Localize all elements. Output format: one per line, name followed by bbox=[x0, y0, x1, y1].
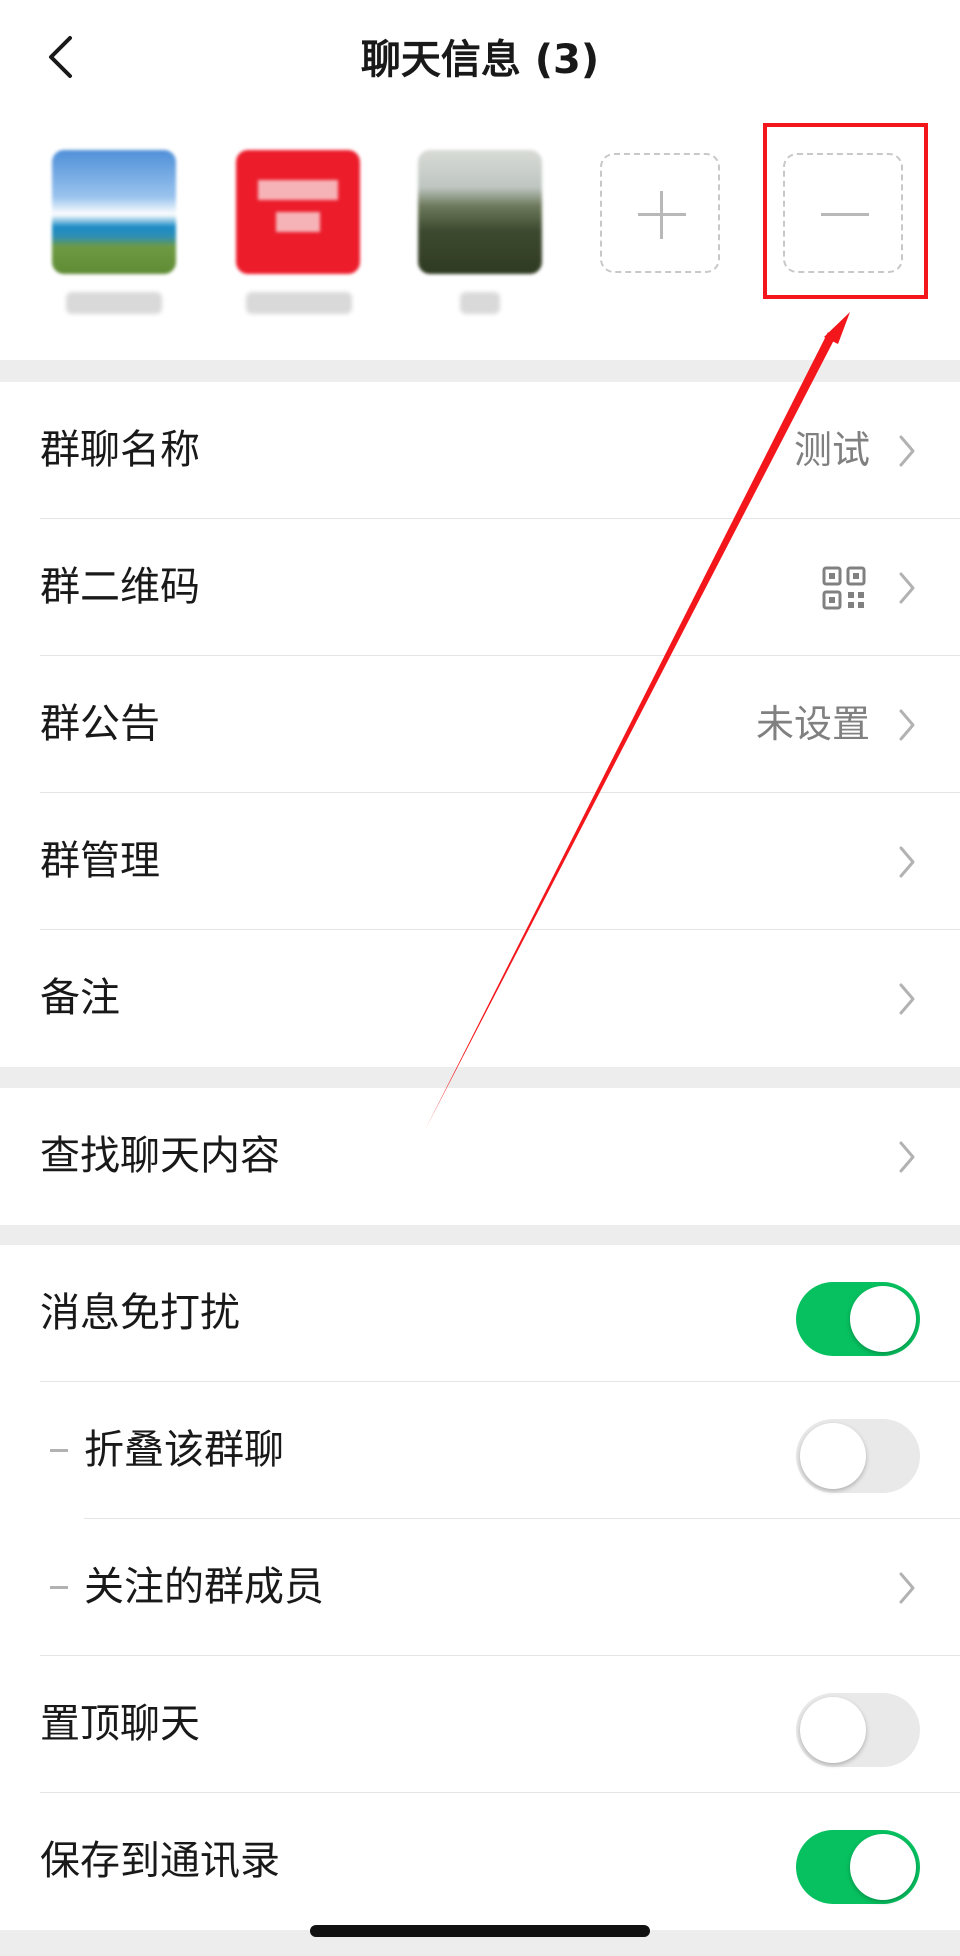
chevron-right-icon bbox=[899, 572, 915, 604]
chat-info-header: 聊天信息 (3) bbox=[0, 0, 960, 360]
group-qr-code-row[interactable]: 群二维码 bbox=[0, 519, 960, 656]
pin-chat-row: 置顶聊天 bbox=[0, 1656, 960, 1793]
dash-icon bbox=[50, 1586, 68, 1589]
add-member-button[interactable] bbox=[600, 153, 720, 273]
member-item[interactable] bbox=[52, 150, 180, 314]
page-title: 聊天信息 (3) bbox=[360, 37, 600, 83]
save-to-contacts-row: 保存到通讯录 bbox=[0, 1793, 960, 1930]
avatar bbox=[52, 150, 176, 274]
chevron-right-icon bbox=[899, 709, 915, 741]
chevron-right-icon bbox=[899, 983, 915, 1015]
group-announcement-row[interactable]: 群公告 未设置 bbox=[0, 656, 960, 793]
mute-notifications-row: 消息免打扰 bbox=[0, 1245, 960, 1382]
member-item[interactable] bbox=[236, 150, 364, 314]
row-value: 测试 bbox=[793, 428, 870, 472]
member-name-blurred bbox=[246, 292, 352, 314]
save-to-contacts-toggle[interactable] bbox=[796, 1830, 920, 1904]
fold-group-chat-toggle[interactable] bbox=[796, 1419, 920, 1493]
avatar bbox=[236, 150, 360, 274]
member-name-blurred bbox=[460, 292, 500, 314]
row-label: 群聊名称 bbox=[40, 427, 200, 473]
chevron-right-icon bbox=[899, 435, 915, 467]
row-label: 群公告 bbox=[40, 701, 160, 747]
row-label: 置顶聊天 bbox=[40, 1701, 200, 1747]
row-label: 保存到通讯录 bbox=[40, 1838, 280, 1884]
search-section: 查找聊天内容 bbox=[0, 1088, 960, 1225]
chevron-right-icon bbox=[899, 846, 915, 878]
search-chat-content-row[interactable]: 查找聊天内容 bbox=[0, 1088, 960, 1225]
row-label: 关注的群成员 bbox=[84, 1564, 324, 1610]
row-label: 折叠该群聊 bbox=[84, 1427, 284, 1473]
dash-icon bbox=[50, 1449, 68, 1452]
avatar bbox=[418, 150, 542, 274]
row-label: 群二维码 bbox=[40, 564, 200, 610]
row-label: 查找聊天内容 bbox=[40, 1133, 280, 1179]
chevron-right-icon bbox=[899, 1141, 915, 1173]
notification-section: 消息免打扰 折叠该群聊 关注的群成员 置顶聊天 保存到通讯录 bbox=[0, 1245, 960, 1930]
member-name-blurred bbox=[66, 292, 162, 314]
chevron-right-icon bbox=[899, 1572, 915, 1604]
group-settings-section: 群聊名称 测试 群二维码 群公告 未设置 群管理 备注 bbox=[0, 382, 960, 1067]
group-name-row[interactable]: 群聊名称 测试 bbox=[0, 382, 960, 519]
fold-group-chat-row: 折叠该群聊 bbox=[0, 1382, 960, 1519]
qr-code-icon bbox=[822, 566, 866, 610]
mute-notifications-toggle[interactable] bbox=[796, 1282, 920, 1356]
remark-row[interactable]: 备注 bbox=[0, 930, 960, 1067]
home-indicator bbox=[310, 1925, 650, 1937]
member-item[interactable] bbox=[418, 150, 546, 314]
row-label: 备注 bbox=[40, 975, 120, 1021]
row-label: 群管理 bbox=[40, 838, 160, 884]
row-value: 未设置 bbox=[755, 702, 870, 746]
group-management-row[interactable]: 群管理 bbox=[0, 793, 960, 930]
row-label: 消息免打扰 bbox=[40, 1290, 240, 1336]
remove-member-button[interactable] bbox=[783, 153, 903, 273]
pin-chat-toggle[interactable] bbox=[796, 1693, 920, 1767]
followed-members-row[interactable]: 关注的群成员 bbox=[0, 1519, 960, 1656]
